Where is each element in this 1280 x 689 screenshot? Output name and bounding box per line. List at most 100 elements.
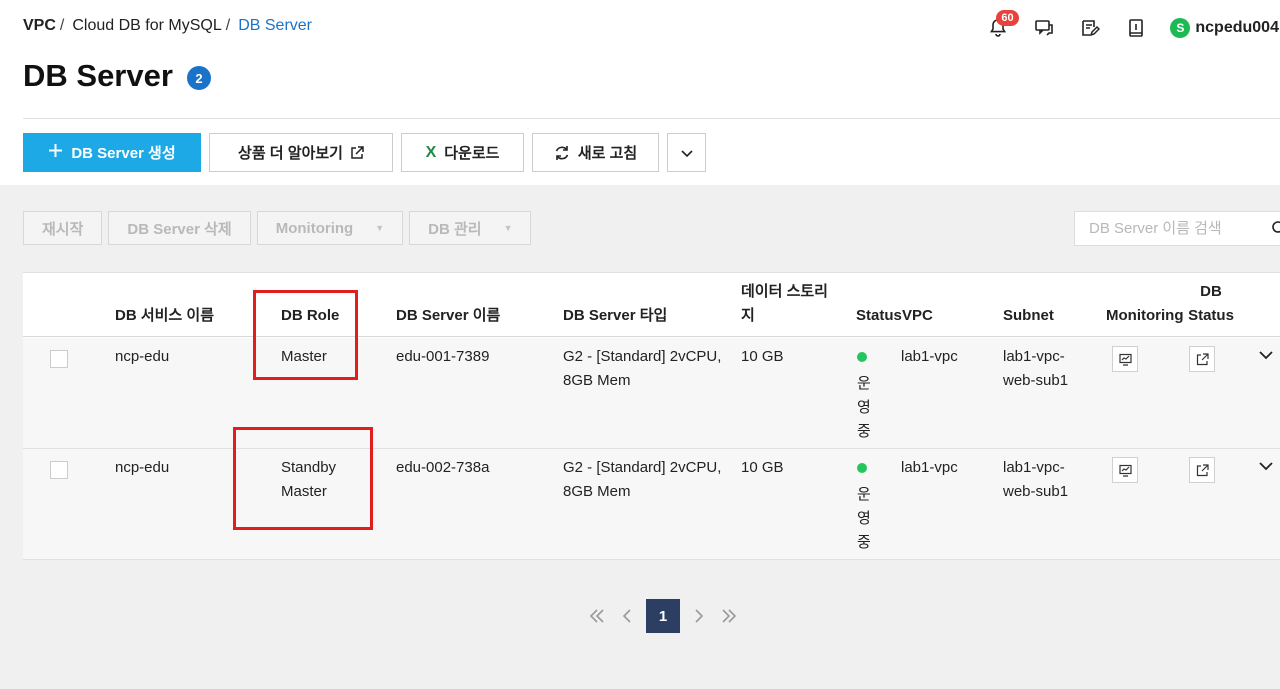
header-status[interactable]: Status <box>856 304 902 328</box>
toolbar: DB Server 생성 상품 더 알아보기 X 다운로드 새로 고침 <box>23 133 706 172</box>
header-service-name[interactable]: DB 서비스 이름 <box>115 304 214 328</box>
search-icon[interactable] <box>1271 220 1280 236</box>
chevron-down-icon <box>680 149 693 157</box>
memo-button[interactable] <box>1078 16 1102 40</box>
status-dot <box>857 463 867 473</box>
cell-service-name: ncp-edu <box>115 459 170 476</box>
chat-button[interactable] <box>1032 16 1056 40</box>
learn-more-label: 상품 더 알아보기 <box>238 145 343 162</box>
header-subnet[interactable]: Subnet <box>1003 304 1054 328</box>
row-checkbox[interactable] <box>50 350 68 368</box>
cell-server-name: edu-001-7389 <box>396 348 490 365</box>
username: ncpedu004 <box>1195 19 1279 36</box>
table-row[interactable]: ncp-edu Master edu-001-7389 G2 - [Standa… <box>23 338 1280 449</box>
page-number-current[interactable]: 1 <box>646 599 680 633</box>
db-manage-dropdown[interactable]: DB 관리 ▼ <box>409 211 532 245</box>
double-chevron-left-icon <box>589 609 604 623</box>
header-server-type[interactable]: DB Server 타입 <box>563 304 667 328</box>
external-link-icon <box>1196 352 1209 365</box>
search-box <box>1074 211 1280 246</box>
db-status-button[interactable] <box>1189 346 1215 372</box>
download-button[interactable]: X 다운로드 <box>401 133 524 172</box>
notification-button[interactable]: 60 <box>986 10 1019 40</box>
more-options-button[interactable] <box>667 133 706 172</box>
monitor-icon <box>1118 353 1132 366</box>
db-manage-label: DB 관리 <box>428 220 482 238</box>
plus-icon <box>48 142 63 163</box>
db-server-table: DB 서비스 이름 DB Role DB Server 이름 DB Server… <box>23 272 1280 560</box>
first-page-button[interactable] <box>582 599 612 633</box>
annotation-box-standby-master <box>233 427 373 530</box>
create-label: DB Server 생성 <box>71 145 176 162</box>
breadcrumb-vpc[interactable]: VPC <box>23 17 56 35</box>
external-link-icon <box>1196 463 1209 476</box>
cell-status: 운영중 <box>857 375 871 440</box>
cell-storage: 10 GB <box>741 348 784 365</box>
cell-storage: 10 GB <box>741 459 784 476</box>
cell-server-type: G2 - [Standard] 2vCPU, 8GB Mem <box>563 348 722 389</box>
cell-server-type: G2 - [Standard] 2vCPU, 8GB Mem <box>563 459 722 500</box>
chevron-down-icon[interactable] <box>1257 346 1275 364</box>
next-page-button[interactable] <box>684 599 714 633</box>
user-menu[interactable]: S ncpedu004 ▾ <box>1170 18 1280 38</box>
double-chevron-right-icon <box>722 609 737 623</box>
action-bar: 재시작 DB Server 삭제 Monitoring ▼ DB 관리 ▼ <box>23 211 532 245</box>
download-label: 다운로드 <box>444 145 500 162</box>
breadcrumb-separator: / <box>225 17 231 34</box>
delete-label: DB Server 삭제 <box>127 220 232 238</box>
monitor-icon <box>1118 464 1132 477</box>
breadcrumb: VPC / Cloud DB for MySQL / DB Server <box>23 17 312 35</box>
db-status-button[interactable] <box>1189 457 1215 483</box>
create-db-server-button[interactable]: DB Server 생성 <box>23 133 201 172</box>
table-row[interactable]: ncp-edu Standby Master edu-002-738a G2 -… <box>23 449 1280 560</box>
prev-page-button[interactable] <box>612 599 642 633</box>
row-checkbox[interactable] <box>50 461 68 479</box>
cell-subnet: lab1-vpc-web-sub1 <box>1003 459 1069 500</box>
annotation-box-db-role-header <box>253 290 358 380</box>
cell-vpc: lab1-vpc <box>901 348 958 365</box>
monitoring-label: Monitoring <box>275 219 354 237</box>
caret-down-icon: ▼ <box>503 223 513 233</box>
search-input[interactable] <box>1089 220 1269 237</box>
monitoring-dropdown[interactable]: Monitoring ▼ <box>256 211 404 245</box>
last-page-button[interactable] <box>714 599 744 633</box>
cell-service-name: ncp-edu <box>115 348 170 365</box>
breadcrumb-db-server[interactable]: DB Server <box>238 17 312 35</box>
breadcrumb-separator: / <box>59 17 65 34</box>
caret-down-icon: ▼ <box>375 223 385 233</box>
chevron-left-icon <box>622 609 631 623</box>
monitoring-button[interactable] <box>1112 346 1138 372</box>
edit-note-icon <box>1082 20 1101 37</box>
chevron-right-icon <box>695 609 704 623</box>
page-title: DB Server <box>23 58 173 93</box>
header-db-status[interactable]: DB Status <box>1183 280 1239 328</box>
restart-button[interactable]: 재시작 <box>23 211 103 245</box>
cell-server-name: edu-002-738a <box>396 459 490 476</box>
header-server-name[interactable]: DB Server 이름 <box>396 304 500 328</box>
server-count-badge: 2 <box>187 66 211 90</box>
pagination: 1 <box>582 599 744 633</box>
external-link-icon <box>350 145 364 160</box>
notification-count-badge: 60 <box>996 10 1019 26</box>
header-monitoring[interactable]: Monitoring <box>1106 304 1183 328</box>
monitoring-button[interactable] <box>1112 457 1138 483</box>
learn-more-button[interactable]: 상품 더 알아보기 <box>209 133 393 172</box>
cell-subnet: lab1-vpc-web-sub1 <box>1003 348 1069 389</box>
book-icon <box>1129 19 1144 37</box>
refresh-label: 새로 고침 <box>577 145 638 162</box>
excel-icon: X <box>425 143 437 161</box>
cell-status: 운영중 <box>857 486 871 551</box>
header-vpc[interactable]: VPC <box>902 304 933 328</box>
chevron-down-icon[interactable] <box>1257 457 1275 475</box>
header-storage[interactable]: 데이터 스토리지 <box>741 280 835 328</box>
breadcrumb-cloud-db[interactable]: Cloud DB for MySQL <box>72 17 221 35</box>
manual-button[interactable] <box>1124 16 1148 40</box>
chat-icon <box>1035 20 1054 36</box>
delete-db-server-button[interactable]: DB Server 삭제 <box>108 211 251 245</box>
header-actions: 60 S ncpedu004 ▾ <box>964 10 1280 42</box>
refresh-button[interactable]: 새로 고침 <box>532 133 659 172</box>
restart-label: 재시작 <box>42 220 84 238</box>
status-dot <box>857 352 867 362</box>
table-header: DB 서비스 이름 DB Role DB Server 이름 DB Server… <box>23 273 1280 337</box>
refresh-icon <box>554 145 570 161</box>
